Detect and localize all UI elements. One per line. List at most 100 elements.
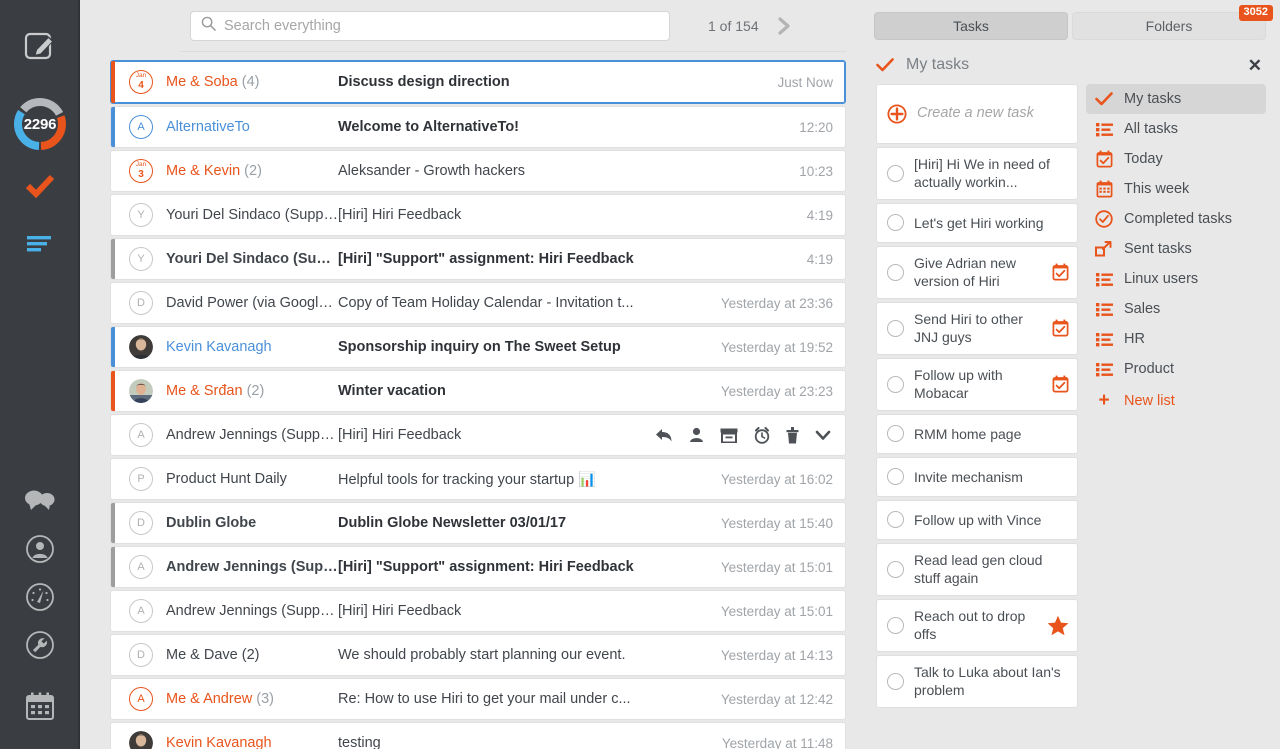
task-card[interactable]: Let's get Hiri working [876,203,1078,243]
unread-counter[interactable]: 2296 [12,88,68,160]
avatar-day: 3 [138,170,144,180]
task-label: Let's get Hiri working [914,214,1069,232]
contact-icon[interactable] [689,427,704,443]
task-checkbox[interactable] [887,673,904,690]
task-folder-completed-tasks[interactable]: Completed tasks [1086,204,1266,234]
task-folder-sent-tasks[interactable]: Sent tasks [1086,234,1266,264]
task-checkbox[interactable] [887,165,904,182]
task-checkbox[interactable] [887,425,904,442]
task-folder-today[interactable]: Today [1086,144,1266,174]
task-card[interactable]: RMM home page [876,414,1078,454]
panel-tabs: TasksFolders3052 [860,0,1280,40]
mail-row[interactable]: Me & Srđan (2)Winter vacationYesterday a… [110,370,846,412]
check-icon[interactable] [0,160,80,214]
mail-list-scroll[interactable]: Jan4Me & Soba (4)Discuss design directio… [80,52,860,749]
task-card[interactable]: Read lead gen cloud stuff again [876,543,1078,596]
week-calendar-icon [1095,180,1113,198]
task-card[interactable]: [Hiri] Hi We in need of actually workin.… [876,147,1078,200]
row-color-bar [111,239,115,279]
task-checkbox[interactable] [887,468,904,485]
compose-icon[interactable] [0,0,80,88]
chevron-down-icon[interactable] [815,430,831,441]
row-color-bar [111,415,115,455]
mail-sender: Andrew Jennings (Suppo... [166,559,338,575]
task-folder-my-tasks[interactable]: My tasks [1086,84,1266,114]
folder-label: My tasks [1124,91,1181,107]
mail-subject: We should probably start planning our ev… [338,647,721,663]
search-input[interactable]: Search everything [190,11,670,41]
mail-sender: Kevin Kavanagh [166,339,338,355]
snooze-icon[interactable] [754,427,770,444]
create-task-input[interactable]: Create a new task [876,84,1078,144]
tab-folders[interactable]: Folders3052 [1072,12,1266,40]
lines-icon[interactable] [0,214,80,274]
delete-icon[interactable] [786,427,799,444]
task-label: Follow up with Mobacar [914,366,1038,403]
mail-row[interactable]: PProduct Hunt DailyHelpful tools for tra… [110,458,846,500]
tasks-columns: Create a new task [Hiri] Hi We in need of… [860,84,1280,711]
chat-icon[interactable] [0,477,80,525]
mail-row[interactable]: YYouri Del Sindaco (Supp...[Hiri] "Suppo… [110,238,846,280]
task-folder-sales[interactable]: Sales [1086,294,1266,324]
plus-circle-icon[interactable] [887,104,907,124]
close-icon[interactable]: ✕ [1248,57,1262,74]
task-checkbox[interactable] [887,617,904,634]
task-folder-all-tasks[interactable]: All tasks [1086,114,1266,144]
plus-icon: + [1095,390,1113,412]
mail-row[interactable]: AAlternativeToWelcome to AlternativeTo!1… [110,106,846,148]
settings-icon[interactable] [0,621,80,669]
task-card[interactable]: Reach out to drop offs [876,599,1078,652]
mail-row[interactable]: AAndrew Jennings (Suppo...[Hiri] "Suppor… [110,546,846,588]
task-checkbox[interactable] [887,320,904,337]
mail-row[interactable]: AAndrew Jennings (Support)[Hiri] Hiri Fe… [110,590,846,632]
mail-row[interactable]: Kevin KavanaghSponsorship inquiry on The… [110,326,846,368]
mail-row[interactable]: Jan3Me & Kevin (2)Aleksander - Growth ha… [110,150,846,192]
mail-subject: [Hiri] "Support" assignment: Hiri Feedba… [338,559,721,575]
mail-row[interactable]: AMe & Andrew (3)Re: How to use Hiri to g… [110,678,846,720]
task-folder-product[interactable]: Product [1086,354,1266,384]
task-folder-hr[interactable]: HR [1086,324,1266,354]
folder-label: Today [1124,151,1163,167]
mail-row[interactable]: AAndrew Jennings (Support)[Hiri] Hiri Fe… [110,414,846,456]
due-date-icon[interactable] [1048,263,1069,281]
task-checkbox[interactable] [887,264,904,281]
task-checkbox[interactable] [887,214,904,231]
task-card[interactable]: Give Adrian new version of Hiri [876,246,1078,299]
task-label: [Hiri] Hi We in need of actually workin.… [914,155,1069,192]
task-card[interactable]: Follow up with Mobacar [876,358,1078,411]
task-label: RMM home page [914,425,1069,443]
contacts-icon[interactable] [0,525,80,573]
task-card[interactable]: Talk to Luka about Ian's problem [876,655,1078,708]
task-card[interactable]: Invite mechanism [876,457,1078,497]
task-checkbox[interactable] [887,376,904,393]
mail-row[interactable]: Kevin KavanaghtestingYesterday at 11:48 [110,722,846,749]
star-icon[interactable] [1043,615,1069,636]
task-folder-linux-users[interactable]: Linux users [1086,264,1266,294]
chevron-right-icon[interactable] [773,15,795,37]
due-date-icon[interactable] [1048,319,1069,337]
tab-tasks[interactable]: Tasks [874,12,1068,40]
top-toolbar: Search everything 1 of 154 [80,0,860,52]
task-card[interactable]: Send Hiri to other JNJ guys [876,302,1078,355]
task-checkbox[interactable] [887,511,904,528]
calendar-icon[interactable] [0,669,80,743]
task-card[interactable]: Follow up with Vince [876,500,1078,540]
new-list-button[interactable]: +New list [1086,386,1266,416]
mail-row[interactable]: YYouri Del Sindaco (Suppo...[Hiri] Hiri … [110,194,846,236]
archive-icon[interactable] [720,428,738,443]
mail-subject: Discuss design direction [338,74,777,90]
reply-icon[interactable] [655,427,673,443]
mail-row[interactable]: DDavid Power (via Google ...Copy of Team… [110,282,846,324]
dashboard-icon[interactable] [0,573,80,621]
mail-row[interactable]: Jan4Me & Soba (4)Discuss design directio… [110,60,846,104]
due-date-icon[interactable] [1048,375,1069,393]
mail-row[interactable]: DMe & Dave (2)We should probably start p… [110,634,846,676]
task-checkbox[interactable] [887,561,904,578]
row-color-bar [111,195,115,235]
avatar-day: 4 [138,81,144,91]
mail-time: Yesterday at 15:01 [721,560,845,575]
mail-sender: Me & Srđan (2) [166,383,338,399]
task-folder-this-week[interactable]: This week [1086,174,1266,204]
mail-row[interactable]: DDublin GlobeDublin Globe Newsletter 03/… [110,502,846,544]
thread-count: (3) [256,691,274,707]
